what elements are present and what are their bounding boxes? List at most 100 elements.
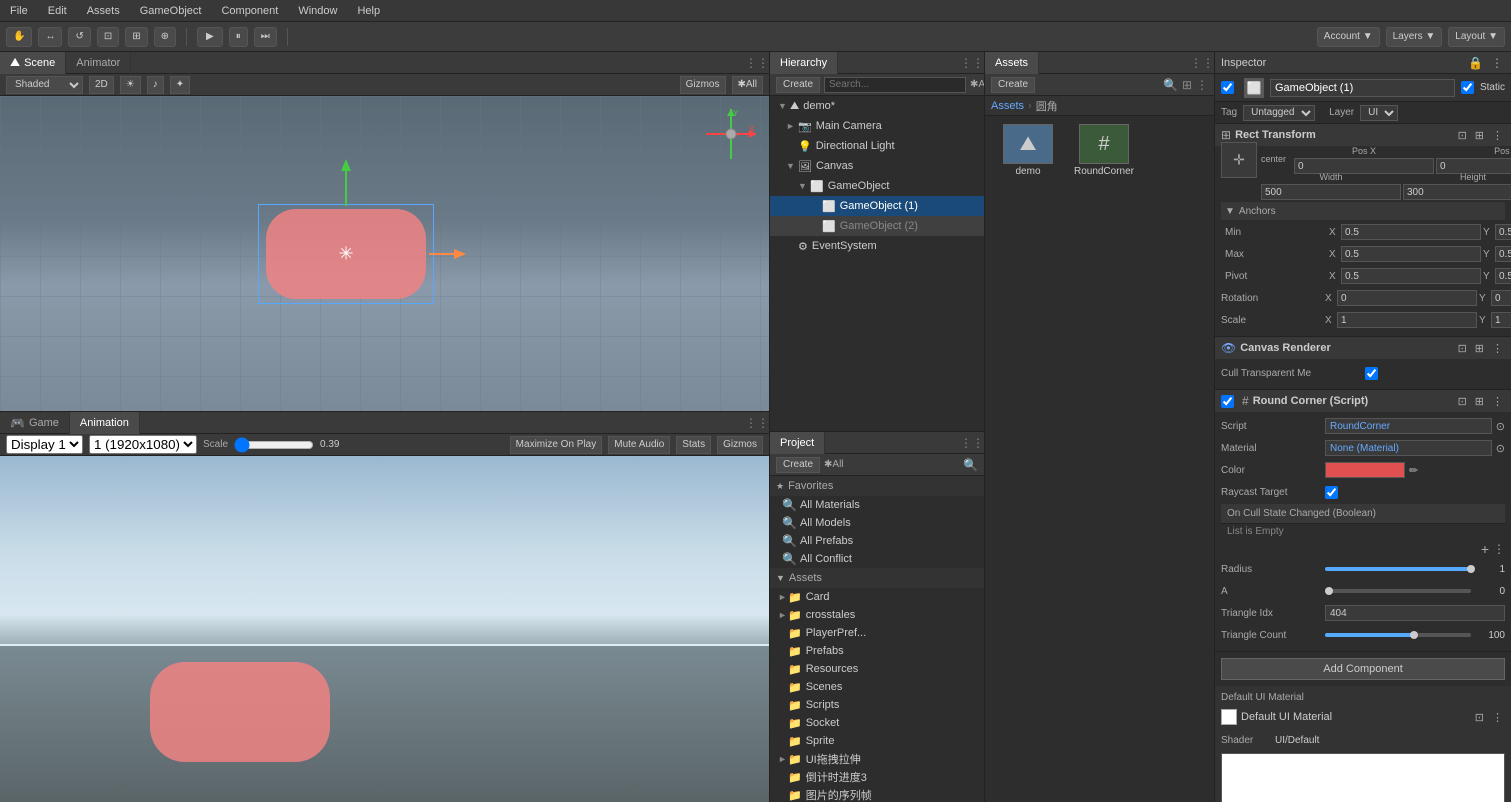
gizmos-btn[interactable]: Gizmos xyxy=(680,76,726,94)
round-corner-action-2[interactable]: ⊞ xyxy=(1473,395,1486,408)
tab-hierarchy[interactable]: Hierarchy xyxy=(770,52,838,74)
game-panel-menu[interactable]: ⋮⋮ xyxy=(745,416,769,430)
audio-btn[interactable]: ♪ xyxy=(147,76,164,94)
folder-countdown[interactable]: 📁 倒计时进度3 xyxy=(770,768,984,786)
asset-roundcorner-script[interactable]: # RoundCorner xyxy=(1069,124,1139,177)
maximize-on-play-btn[interactable]: Maximize On Play xyxy=(510,436,603,454)
mat-action-2[interactable]: ⋮ xyxy=(1490,711,1505,724)
assets-overflow[interactable]: ⋮ xyxy=(1196,78,1208,92)
material-select-btn[interactable]: ⊙ xyxy=(1496,442,1505,455)
raycast-target-checkbox[interactable] xyxy=(1325,486,1338,499)
script-select-btn[interactable]: ⊙ xyxy=(1496,420,1505,433)
scale-y-input[interactable]: 1 xyxy=(1491,312,1511,328)
display-select[interactable]: Display 1 xyxy=(6,435,83,454)
asset-demo-scene[interactable]: ⛰ demo xyxy=(993,124,1063,177)
assets-header[interactable]: ▼ Assets xyxy=(770,568,984,588)
rect-transform-action-3[interactable]: ⋮ xyxy=(1490,129,1505,142)
tab-game[interactable]: 🎮 Game xyxy=(0,412,70,434)
tab-project[interactable]: Project xyxy=(770,432,825,454)
triangle-idx-input[interactable]: 404 xyxy=(1325,605,1505,621)
folder-socket[interactable]: 📁 Socket xyxy=(770,714,984,732)
hierarchy-search-input[interactable] xyxy=(824,77,966,93)
color-swatch[interactable] xyxy=(1325,462,1405,478)
hierarchy-all-btn[interactable]: ✱All xyxy=(970,79,984,90)
radius-slider-track[interactable] xyxy=(1325,567,1471,571)
menu-help[interactable]: Help xyxy=(353,3,384,19)
assets-create-btn[interactable]: Create xyxy=(991,77,1035,93)
fav-all-models[interactable]: 🔍 All Models xyxy=(770,514,984,532)
stats-btn[interactable]: Stats xyxy=(676,436,711,454)
round-corner-header[interactable]: # Round Corner (Script) ⊡ ⊞ ⋮ xyxy=(1215,390,1511,412)
game-canvas[interactable] xyxy=(0,456,769,802)
scale-slider[interactable] xyxy=(234,437,314,453)
project-create-btn[interactable]: Create xyxy=(776,457,820,473)
tag-select[interactable]: Untagged xyxy=(1243,105,1315,121)
assets-panel-menu[interactable]: ⋮⋮ xyxy=(1190,56,1214,70)
scene-rounded-rect[interactable]: ✳ xyxy=(266,209,426,299)
canvas-renderer-header[interactable]: 👁 Canvas Renderer ⊡ ⊞ ⋮ xyxy=(1215,337,1511,359)
pause-button[interactable]: ⏸ xyxy=(229,27,248,47)
tool-scale[interactable]: ⊡ xyxy=(97,27,119,47)
folder-prefabs[interactable]: 📁 Prefabs xyxy=(770,642,984,660)
account-button[interactable]: Account ▼ xyxy=(1317,27,1380,47)
2d-toggle[interactable]: 2D xyxy=(89,76,114,94)
lighting-btn[interactable]: ☀ xyxy=(120,76,141,94)
script-ref-input[interactable]: RoundCorner xyxy=(1325,418,1492,434)
a-slider-track[interactable] xyxy=(1325,589,1471,593)
menu-component[interactable]: Component xyxy=(217,3,282,19)
round-corner-action-3[interactable]: ⋮ xyxy=(1490,395,1505,408)
folder-sprite[interactable]: 📁 Sprite xyxy=(770,732,984,750)
canvas-renderer-action-2[interactable]: ⊞ xyxy=(1473,342,1486,355)
folder-scripts[interactable]: 📁 Scripts xyxy=(770,696,984,714)
round-corner-active-checkbox[interactable] xyxy=(1221,395,1234,408)
cull-transparent-checkbox[interactable] xyxy=(1365,367,1378,380)
menu-assets[interactable]: Assets xyxy=(83,3,124,19)
fav-all-conflict[interactable]: 🔍 All Conflict xyxy=(770,550,984,568)
tool-rect[interactable]: ⊞ xyxy=(125,27,147,47)
scene-panel-menu[interactable]: ⋮⋮ xyxy=(745,56,769,70)
folder-card[interactable]: ► 📁 Card xyxy=(770,588,984,606)
hierarchy-item-demo[interactable]: ▼ ⛰ demo* xyxy=(770,96,984,116)
menu-file[interactable]: File xyxy=(6,3,32,19)
tab-scene[interactable]: ⛰ Scene xyxy=(0,52,66,74)
folder-playerpref[interactable]: 📁 PlayerPref... xyxy=(770,624,984,642)
anchors-header[interactable]: ▼ Anchors xyxy=(1221,202,1505,220)
hierarchy-item-camera[interactable]: ► 📷 Main Camera xyxy=(770,116,984,136)
scene-canvas[interactable]: ✳ Y X xyxy=(0,96,769,411)
gameobj-active-checkbox[interactable] xyxy=(1221,81,1234,94)
canvas-renderer-action-3[interactable]: ⋮ xyxy=(1490,342,1505,355)
round-corner-action-1[interactable]: ⊡ xyxy=(1456,395,1469,408)
rot-y-input[interactable]: 0 xyxy=(1491,290,1511,306)
layer-select[interactable]: UI xyxy=(1360,105,1398,121)
layout-button[interactable]: Layout ▼ xyxy=(1448,27,1505,47)
anchor-diagram[interactable]: ✛ xyxy=(1221,142,1257,178)
folder-image-seq[interactable]: 📁 图片的序列帧 xyxy=(770,786,984,802)
hierarchy-create-btn[interactable]: Create xyxy=(776,77,820,93)
height-input[interactable]: 300 xyxy=(1403,184,1511,200)
rect-transform-action-2[interactable]: ⊞ xyxy=(1473,129,1486,142)
tool-hand[interactable]: ✋ xyxy=(6,27,32,47)
game-gizmos-btn[interactable]: Gizmos xyxy=(717,436,763,454)
rect-transform-action-1[interactable]: ⊡ xyxy=(1456,129,1469,142)
hierarchy-item-light[interactable]: 💡 Directional Light xyxy=(770,136,984,156)
list-add-btn[interactable]: + xyxy=(1481,541,1489,557)
mute-audio-btn[interactable]: Mute Audio xyxy=(608,436,670,454)
fx-btn[interactable]: ✦ xyxy=(170,76,190,94)
anchor-max-y-input[interactable]: 0.5 xyxy=(1495,246,1511,262)
hierarchy-panel-menu[interactable]: ⋮⋮ xyxy=(960,56,984,70)
tool-rotate[interactable]: ↺ xyxy=(68,27,90,47)
anchor-max-x-input[interactable]: 0.5 xyxy=(1341,246,1481,262)
folder-scenes[interactable]: 📁 Scenes xyxy=(770,678,984,696)
hierarchy-item-gameobj1[interactable]: ⬜ GameObject (1) xyxy=(770,196,984,216)
step-button[interactable]: ⏭ xyxy=(254,27,277,47)
pivot-x-input[interactable]: 0.5 xyxy=(1341,268,1481,284)
fav-all-materials[interactable]: 🔍 All Materials xyxy=(770,496,984,514)
gameobj-name-input[interactable]: GameObject (1) xyxy=(1270,79,1455,97)
tool-move[interactable]: ↔ xyxy=(38,27,62,47)
hierarchy-item-eventsystem[interactable]: ⚙ EventSystem xyxy=(770,236,984,256)
static-checkbox[interactable] xyxy=(1461,81,1474,94)
tool-transform[interactable]: ⊕ xyxy=(154,27,176,47)
layers-button[interactable]: Layers ▼ xyxy=(1386,27,1443,47)
tab-animator[interactable]: Animator xyxy=(66,52,131,74)
list-menu-btn[interactable]: ⋮ xyxy=(1493,541,1505,557)
